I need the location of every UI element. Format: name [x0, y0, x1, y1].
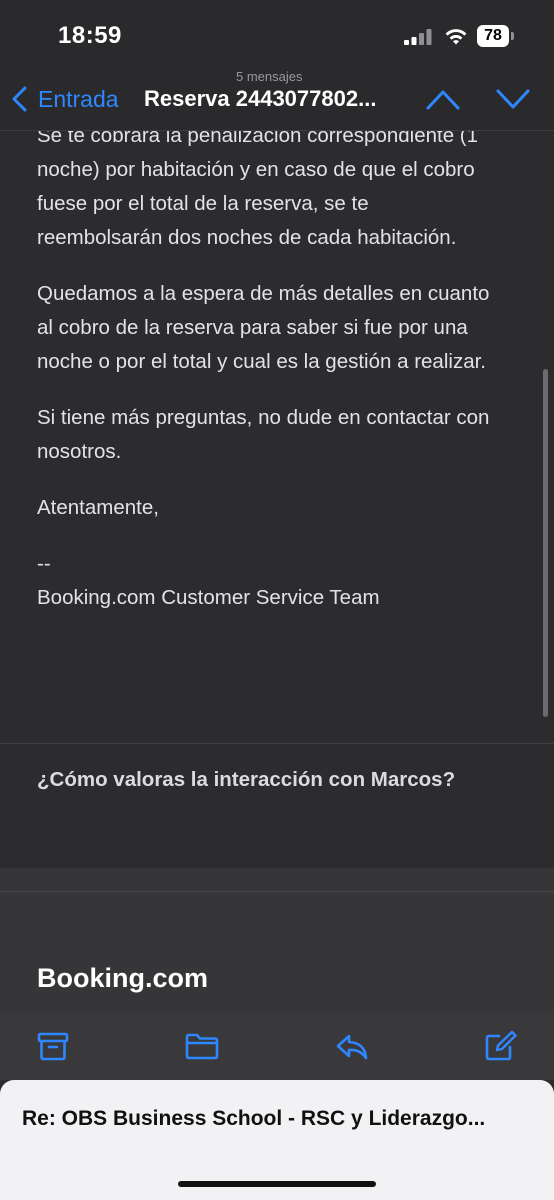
navigation-bar: Entrada 5 mensajes Reserva 2443077802... — [0, 66, 554, 131]
compose-icon[interactable] — [484, 1030, 518, 1062]
mail-screen: 18:59 78 Entrada 5 mensajes Reserva 2443… — [0, 0, 554, 1200]
battery-icon: 78 — [477, 25, 515, 47]
chevron-left-icon — [12, 86, 27, 112]
battery-level: 78 — [477, 25, 509, 47]
archive-icon[interactable] — [36, 1030, 70, 1062]
thread-subject: Reserva 2443077802... — [144, 86, 377, 111]
draft-card[interactable]: Re: OBS Business School - RSC y Liderazg… — [0, 1080, 554, 1200]
email-text: Se te cobrará la penalización correspond… — [37, 131, 497, 615]
home-indicator[interactable] — [178, 1181, 376, 1187]
back-button[interactable]: Entrada — [10, 84, 119, 114]
battery-cap — [511, 32, 514, 40]
divider — [0, 743, 554, 744]
message-count: 5 mensajes — [236, 69, 303, 84]
rating-question: ¿Cómo valoras la interacción con Marcos? — [37, 768, 456, 791]
folder-icon[interactable] — [185, 1030, 219, 1062]
wifi-icon — [445, 29, 467, 45]
draft-title: Re: OBS Business School - RSC y Liderazg… — [22, 1107, 486, 1130]
brand-logo-text: Booking.com — [37, 963, 209, 993]
paragraph-questions: Si tiene más preguntas, no dude en conta… — [37, 406, 490, 463]
scroll-indicator[interactable] — [543, 369, 548, 717]
chevron-up-icon[interactable] — [424, 86, 462, 112]
reply-icon[interactable] — [335, 1030, 369, 1062]
paragraph-penalty: Se te cobrará la penalización correspond… — [37, 131, 479, 249]
status-bar: 18:59 78 — [0, 0, 554, 70]
email-footer: Booking.com — [0, 868, 554, 1012]
divider — [0, 891, 554, 892]
paragraph-closing: Atentamente, — [37, 496, 159, 519]
back-label: Entrada — [38, 85, 119, 112]
signature-block: -- Booking.com Customer Service Team — [37, 547, 497, 615]
cellular-signal-icon — [404, 29, 432, 45]
chevron-down-icon[interactable] — [494, 86, 532, 112]
mail-toolbar — [0, 1012, 554, 1080]
signature-name: Booking.com Customer Service Team — [37, 586, 380, 609]
status-time: 18:59 — [58, 22, 122, 49]
signature-separator: -- — [37, 552, 51, 575]
paragraph-waiting: Quedamos a la espera de más detalles en … — [37, 282, 490, 373]
email-body[interactable]: Se te cobrará la penalización correspond… — [0, 131, 554, 743]
